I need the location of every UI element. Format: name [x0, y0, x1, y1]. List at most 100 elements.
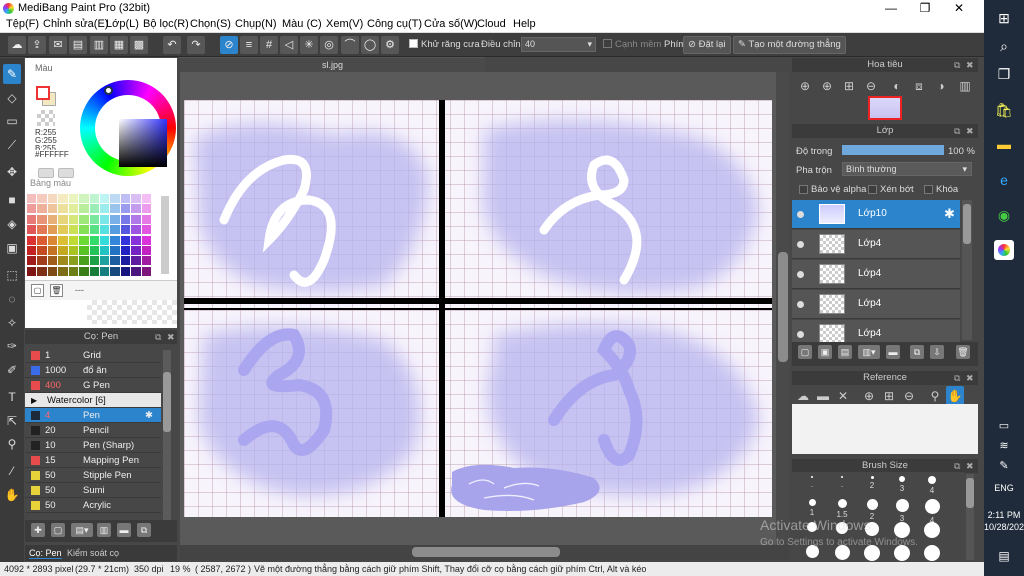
vertical-scroll-thumb[interactable]: [778, 252, 788, 362]
palette-swatch[interactable]: [110, 204, 120, 214]
palette-swatch[interactable]: [141, 245, 151, 255]
reference-open-icon[interactable]: ▬: [814, 386, 832, 406]
ellipse-snap-icon[interactable]: ◯: [361, 36, 379, 54]
taskbar-clock[interactable]: 2:11 PM 10/28/2021: [984, 509, 1024, 533]
palette-swatch[interactable]: [27, 266, 37, 276]
palette-swatch[interactable]: [120, 204, 131, 214]
brush-item[interactable]: 50 Sumi: [25, 483, 161, 498]
delete-palette-icon[interactable]: 🗑: [50, 284, 63, 297]
menu-color[interactable]: Màu (C): [282, 18, 322, 30]
undock-icon[interactable]: ⧉: [954, 58, 960, 72]
palette-swatch[interactable]: [79, 266, 89, 276]
palette-swatch[interactable]: [47, 235, 58, 245]
wifi-icon[interactable]: ≋: [994, 436, 1014, 456]
palette-swatch[interactable]: [68, 266, 79, 276]
brush-size-scroll-thumb[interactable]: [966, 478, 974, 508]
palette-swatch[interactable]: [58, 214, 68, 224]
windows-start-icon[interactable]: ⊞: [994, 8, 1014, 28]
saturation-value-box[interactable]: [119, 119, 167, 167]
brush-size-cell[interactable]: .: [828, 476, 856, 489]
circle-snap-icon[interactable]: ◎: [320, 36, 338, 54]
palette-swatch[interactable]: [99, 245, 110, 255]
vertical-scrollbar[interactable]: [776, 72, 790, 545]
search-icon[interactable]: ⌕: [994, 36, 1014, 56]
notification-icon[interactable]: ▤: [994, 546, 1014, 566]
palette-swatch[interactable]: [58, 204, 68, 214]
brush-size-cell[interactable]: [918, 522, 946, 538]
palette-swatch[interactable]: [37, 235, 47, 245]
menu-help[interactable]: Help: [513, 18, 536, 30]
palette-swatch[interactable]: [131, 266, 141, 276]
palette-swatch[interactable]: [99, 204, 110, 214]
palette-swatch[interactable]: [27, 204, 37, 214]
palette-swatch[interactable]: [141, 235, 151, 245]
palette-swatch[interactable]: [89, 194, 99, 203]
palette-swatch[interactable]: [58, 194, 68, 203]
cross-snap-icon[interactable]: #: [260, 36, 278, 54]
brush-item[interactable]: 50 Acrylic: [25, 498, 161, 513]
language-indicator[interactable]: ENG: [994, 478, 1014, 498]
palette-swatch[interactable]: [27, 194, 37, 203]
palette-swatch[interactable]: [89, 235, 99, 245]
panel-close-icon[interactable]: ✖: [966, 459, 974, 473]
menu-file[interactable]: Tệp(F): [6, 18, 39, 30]
layer-scrollbar[interactable]: [962, 200, 972, 340]
rectangle-tool-icon[interactable]: ▭: [3, 111, 21, 131]
brush-item[interactable]: 20 Pencil: [25, 423, 161, 438]
palette-swatch[interactable]: [131, 235, 141, 245]
palette-swatch[interactable]: [47, 266, 58, 276]
layer-scroll-thumb[interactable]: [963, 204, 971, 244]
blend-mode-select[interactable]: Bình thường ▾: [842, 162, 972, 176]
palette-swatch[interactable]: [131, 194, 141, 203]
layer-folder-icon[interactable]: ▬: [886, 345, 900, 359]
layer-settings-icon[interactable]: ✱: [944, 206, 955, 222]
document-icon[interactable]: ▥: [90, 36, 108, 54]
antialias-checkbox[interactable]: [409, 39, 418, 48]
operation-tool-icon[interactable]: ⇱: [3, 411, 21, 431]
menu-snap[interactable]: Chụp(N): [235, 18, 277, 30]
line-tool-icon[interactable]: ⟋: [3, 135, 21, 155]
lock-checkbox[interactable]: [924, 185, 933, 194]
tab-brush[interactable]: Cọ: Pen: [29, 548, 62, 559]
brush-menu-icon[interactable]: ▤▾: [71, 523, 93, 537]
reference-eyedropper-icon[interactable]: ⚲: [926, 386, 944, 406]
color-option-button[interactable]: [38, 168, 54, 178]
reference-cloud-icon[interactable]: ☁: [794, 386, 812, 406]
palette-swatch[interactable]: [131, 245, 141, 255]
merge-layer-icon[interactable]: ⇩: [930, 345, 944, 359]
brush-copy-icon[interactable]: ⧉: [137, 523, 151, 537]
brush-size-cell[interactable]: [888, 522, 916, 538]
brush-item[interactable]: 50 Stipple Pen: [25, 468, 161, 483]
horizontal-scrollbar[interactable]: [180, 545, 790, 560]
duplicate-layer-icon[interactable]: ⧉: [910, 345, 924, 359]
medibang-taskbar-icon[interactable]: [994, 240, 1014, 260]
navigator-preview[interactable]: [868, 96, 902, 120]
hand-tool-icon[interactable]: ✋: [3, 485, 21, 505]
brush-size-cell[interactable]: 2: [858, 476, 886, 490]
brush-size-cell[interactable]: 4: [918, 476, 946, 495]
palette-swatch[interactable]: [68, 214, 79, 224]
rotate-right-icon[interactable]: ◑: [932, 76, 950, 96]
panel-close-icon[interactable]: ✖: [966, 371, 974, 385]
palette-swatch[interactable]: [27, 245, 37, 255]
brush-group[interactable]: ▶ Watercolor [6]: [25, 393, 161, 408]
new-layer-icon[interactable]: ▢: [798, 345, 812, 359]
undock-icon[interactable]: ⧉: [954, 459, 960, 473]
reference-zoom-out-icon[interactable]: ⊖: [900, 386, 918, 406]
pen-icon[interactable]: ✎: [994, 456, 1014, 476]
palette-swatch[interactable]: [47, 194, 58, 203]
reference-hand-icon[interactable]: ✋: [946, 386, 964, 406]
brush-item[interactable]: 400 G Pen: [25, 378, 161, 393]
expand-icon[interactable]: ▶: [31, 393, 40, 405]
palette-swatch[interactable]: [27, 225, 37, 235]
layer-row[interactable]: Lớp4: [792, 290, 960, 319]
panel-close-icon[interactable]: ✖: [167, 330, 175, 344]
palette-swatch[interactable]: [141, 204, 151, 214]
reference-zoom-in-icon[interactable]: ⊕: [860, 386, 878, 406]
palette-swatch[interactable]: [47, 245, 58, 255]
palette-swatch[interactable]: [27, 235, 37, 245]
brush-settings-icon[interactable]: ✱: [145, 408, 153, 423]
brush-size-cell[interactable]: 1: [798, 499, 826, 517]
navigator-menu-icon[interactable]: ▥: [956, 76, 974, 96]
visibility-eye-icon[interactable]: [797, 211, 804, 218]
